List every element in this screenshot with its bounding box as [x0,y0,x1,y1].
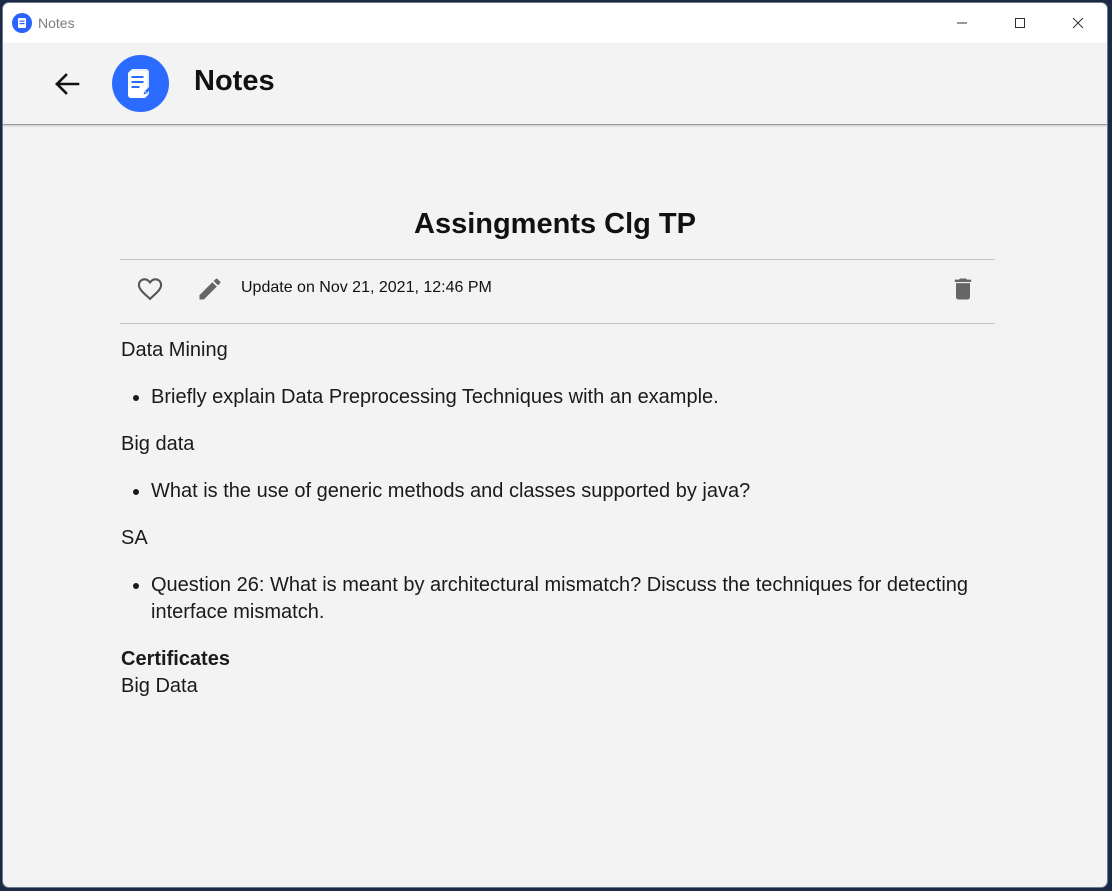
app-title: Notes [194,65,275,97]
certificates-heading: Certificates [121,648,230,670]
title-bar[interactable]: Notes [3,3,1107,43]
heart-outline-icon [136,275,164,308]
window-title: Notes [38,15,75,31]
note-title: Assingments Clg TP [414,208,696,240]
app-logo [112,55,169,112]
section-list: What is the use of generic methods and c… [121,478,996,505]
app-icon [12,13,32,33]
list-item: Briefly explain Data Preprocessing Techn… [151,384,996,411]
certificates-body: Big Data [121,675,198,697]
section-list: Question 26: What is meant by architectu… [121,572,996,626]
maximize-button[interactable] [991,3,1049,43]
section-list: Briefly explain Data Preprocessing Techn… [121,384,996,411]
arrow-left-icon [52,69,82,104]
app-window: Notes Notes Assingments Clg TP Update on… [2,2,1108,888]
note-content: Data Mining Briefly explain Data Preproc… [121,337,996,700]
updated-timestamp: Update on Nov 21, 2021, 12:46 PM [241,279,492,296]
list-item: Question 26: What is meant by architectu… [151,572,996,626]
section-heading: SA [121,527,148,549]
back-button[interactable] [47,66,87,106]
list-item: What is the use of generic methods and c… [151,478,996,505]
pencil-icon [196,275,224,308]
close-button[interactable] [1049,3,1107,43]
note-edit-icon [128,69,154,98]
section-heading: Data Mining [121,339,228,361]
minimize-button[interactable] [933,3,991,43]
delete-button[interactable] [945,273,981,309]
section-heading: Big data [121,433,195,455]
divider-bottom [120,323,995,324]
app-bar: Notes [3,43,1107,125]
favorite-button[interactable] [132,273,168,309]
trash-icon [949,275,977,308]
divider-top [120,259,995,260]
edit-button[interactable] [192,273,228,309]
